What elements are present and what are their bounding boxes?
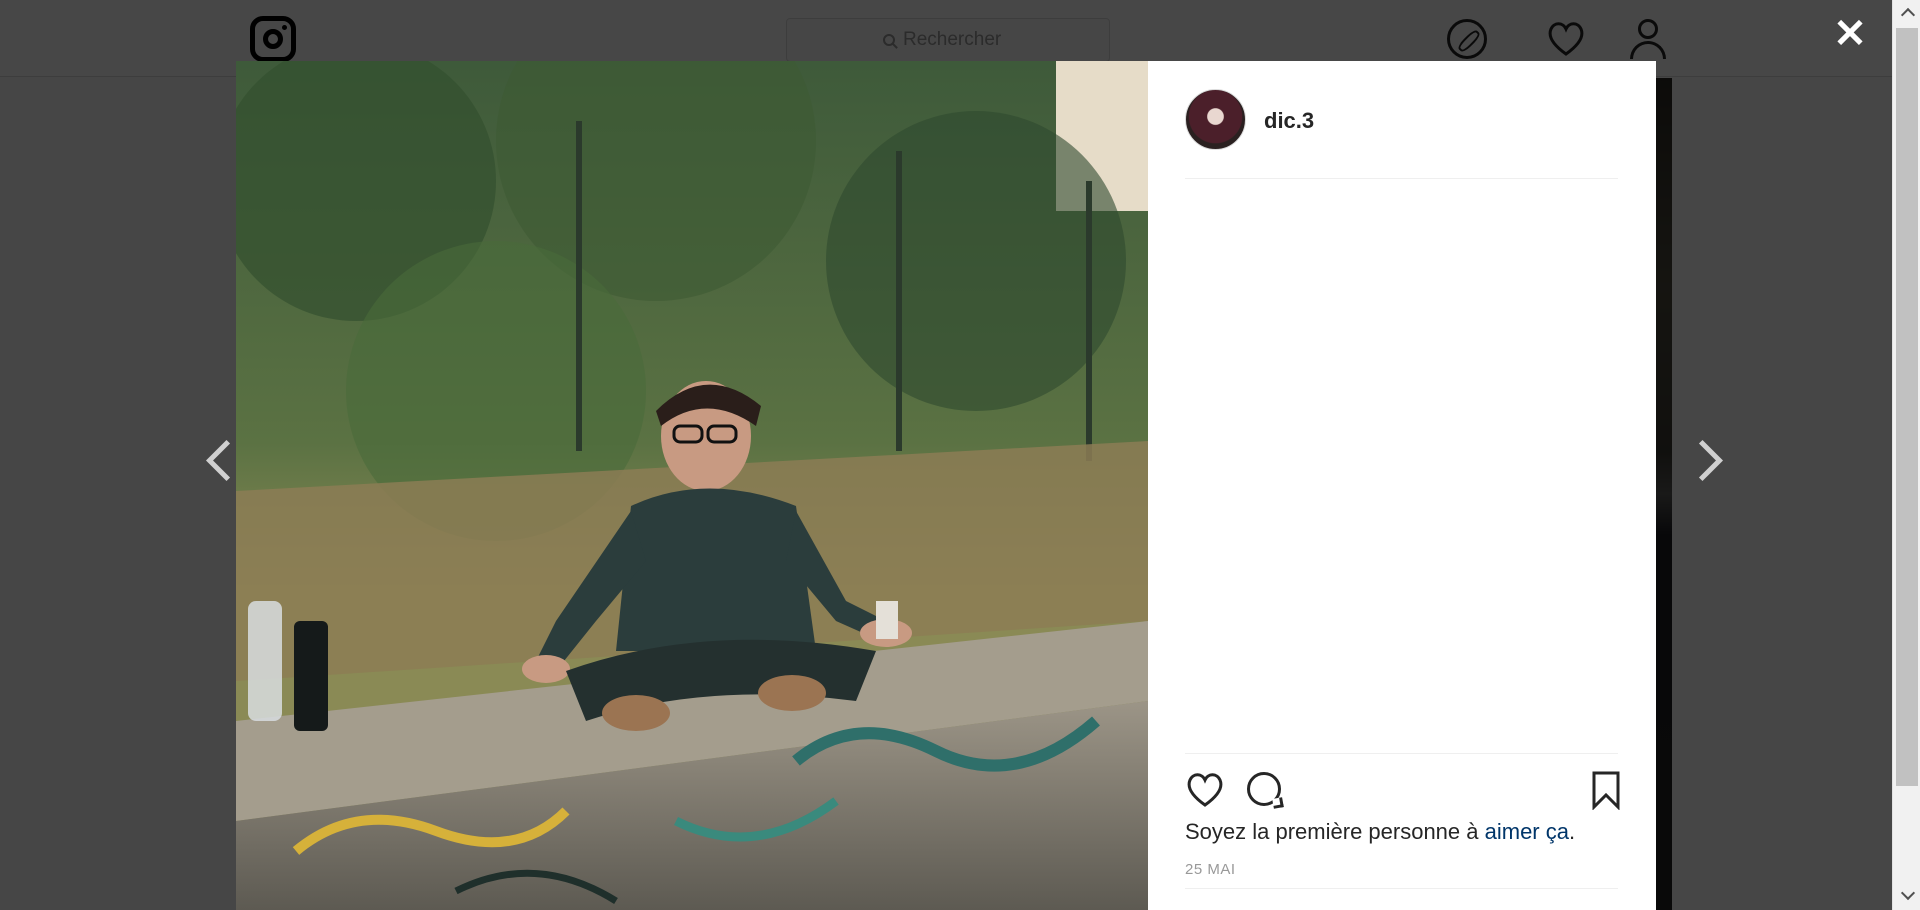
post-username[interactable]: dic.3: [1264, 108, 1314, 134]
post-actions-bar: [1185, 753, 1620, 811]
scroll-down-arrow-icon[interactable]: [1901, 890, 1913, 902]
post-header: dic.3: [1185, 89, 1618, 179]
vertical-scrollbar[interactable]: [1892, 0, 1920, 910]
scrollbar-thumb[interactable]: [1896, 28, 1918, 786]
next-post-arrow-icon[interactable]: [1686, 436, 1722, 484]
scroll-up-arrow-icon[interactable]: [1901, 6, 1913, 18]
likes-summary: Soyez la première personne à aimer ça.: [1185, 819, 1575, 845]
post-photo[interactable]: [236, 61, 1148, 910]
comment-icon[interactable]: [1245, 770, 1285, 810]
bookmark-shape: [1592, 771, 1620, 811]
like-heart-shape: [1187, 773, 1223, 807]
comment-tail-shape: [1272, 797, 1284, 809]
likes-suffix: .: [1568, 819, 1576, 844]
bookmark-icon[interactable]: [1588, 770, 1628, 811]
avatar[interactable]: [1185, 89, 1246, 150]
heart-icon[interactable]: [1185, 770, 1225, 810]
post-date[interactable]: 25 MAI: [1185, 861, 1236, 878]
likes-prefix: Soyez la première personne à: [1185, 819, 1485, 844]
close-button[interactable]: ✕: [1832, 14, 1868, 54]
post-details-panel: dic.3 Soyez la première personne à aimer…: [1148, 61, 1656, 910]
comment-area-divider: [1185, 888, 1618, 889]
previous-post-arrow-icon[interactable]: [200, 436, 236, 484]
post-photo-image: [236, 61, 1148, 910]
post-modal: dic.3 Soyez la première personne à aimer…: [236, 61, 1656, 910]
like-link[interactable]: aimer ça: [1485, 819, 1569, 844]
